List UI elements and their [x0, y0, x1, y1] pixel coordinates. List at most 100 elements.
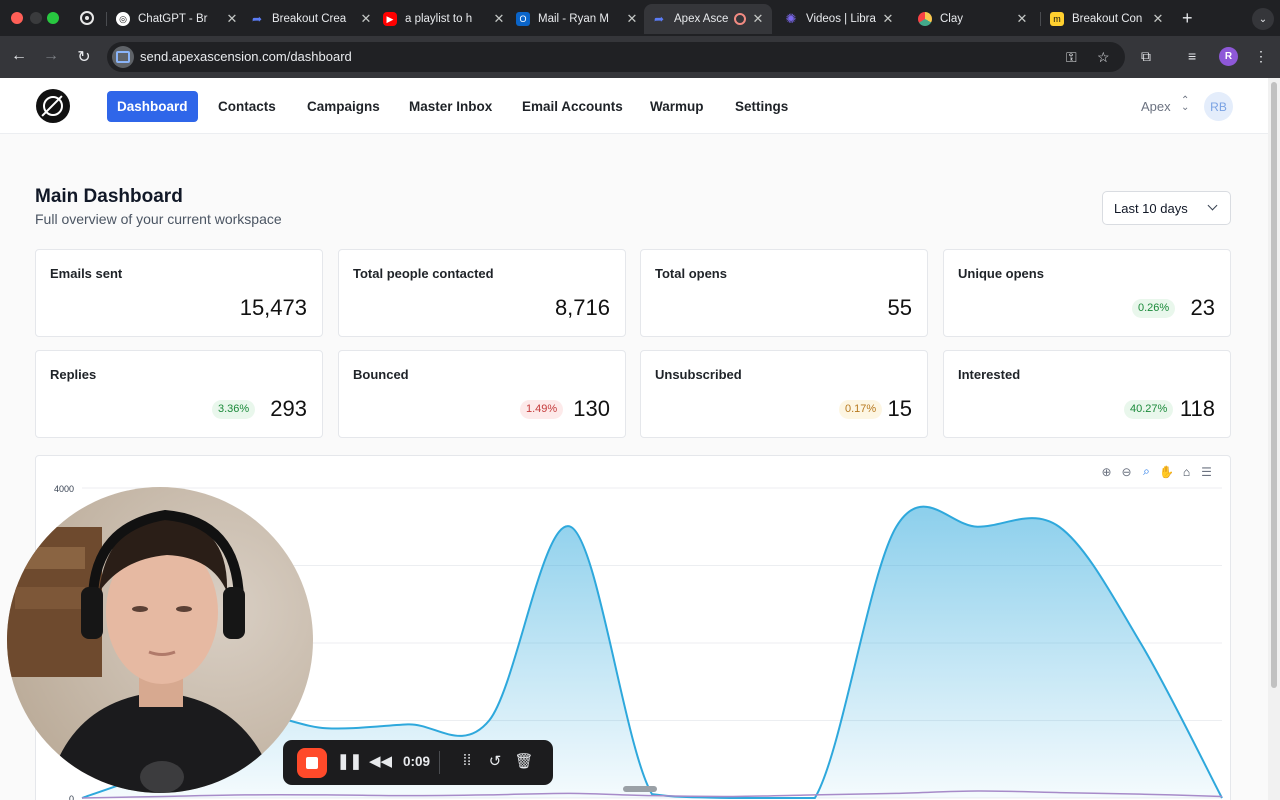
- clay-icon: [918, 12, 932, 26]
- loom-icon: ✺: [785, 11, 797, 26]
- drag-handle[interactable]: [623, 786, 657, 792]
- stat-label: Total opens: [655, 266, 727, 281]
- recorder-separator: [439, 751, 440, 774]
- stat-card-emails-sent: Emails sent 15,473: [35, 249, 323, 337]
- apex-icon: ➦: [653, 12, 665, 26]
- rewind-icon[interactable]: ◀◀: [369, 752, 392, 770]
- youtube-icon: ▶: [383, 12, 397, 26]
- tab-recording-icon: [734, 13, 746, 25]
- workspace-switcher[interactable]: Apex: [1141, 99, 1171, 114]
- breakout-icon: ➦: [251, 12, 263, 26]
- tab-title: a playlist to h: [405, 13, 473, 25]
- address-bar[interactable]: send.apexascension.com/dashboard ⚿ ☆: [107, 42, 1125, 72]
- scrollbar-thumb[interactable]: [1271, 82, 1277, 688]
- close-tab-icon[interactable]: ✕: [880, 11, 896, 27]
- trash-icon[interactable]: 🗑: [514, 752, 534, 770]
- stat-value: 293: [270, 396, 307, 421]
- stat-card-total-opens: Total opens 55: [640, 249, 928, 337]
- pause-icon[interactable]: ❚❚: [337, 752, 362, 770]
- stat-value: 15: [887, 396, 912, 421]
- browser-tab[interactable]: O Mail - Ryan M ✕: [516, 4, 640, 34]
- close-tab-icon[interactable]: ✕: [491, 11, 507, 27]
- chevron-down-icon: [1207, 200, 1218, 211]
- updown-chevron-icon[interactable]: ⌃ ⌄: [1181, 96, 1189, 113]
- webcam-bubble[interactable]: [7, 487, 313, 793]
- tab-separator: [106, 12, 107, 26]
- browser-tab-active[interactable]: ➦ Apex Asce ✕: [644, 4, 772, 34]
- tab-title: Clay: [940, 13, 964, 25]
- nav-settings[interactable]: Settings: [735, 91, 788, 122]
- url-text[interactable]: send.apexascension.com/dashboard: [140, 49, 352, 64]
- browser-tab-strip: ◎ ChatGPT - Br ✕ ➦ Breakout Crea ✕ ▶ a p…: [0, 0, 1280, 36]
- close-tab-icon[interactable]: ✕: [1150, 11, 1166, 27]
- nav-contacts[interactable]: Contacts: [218, 91, 276, 122]
- app-top-nav: Dashboard Contacts Campaigns Master Inbo…: [0, 78, 1268, 134]
- nav-warmup[interactable]: Warmup: [650, 91, 704, 122]
- outlook-icon: O: [516, 12, 530, 26]
- browser-toolbar: ← → ↻ send.apexascension.com/dashboard ⚿…: [0, 36, 1280, 78]
- nav-dashboard[interactable]: Dashboard: [107, 91, 198, 122]
- stat-percent-badge: 40.27%: [1124, 400, 1174, 419]
- stat-percent-badge: 0.17%: [839, 400, 883, 419]
- date-range-select[interactable]: Last 10 days: [1102, 191, 1231, 225]
- tab-title: ChatGPT - Br: [138, 13, 208, 25]
- stop-recording-button[interactable]: [297, 748, 327, 778]
- openai-icon: ◎: [116, 12, 130, 26]
- close-tab-icon[interactable]: ✕: [1014, 11, 1030, 27]
- page-scrollbar[interactable]: [1268, 78, 1280, 800]
- restart-icon[interactable]: ↺: [485, 752, 505, 770]
- close-tab-icon[interactable]: ✕: [624, 11, 640, 27]
- browser-tab[interactable]: ◎ ChatGPT - Br ✕: [116, 4, 240, 34]
- tab-search-chevron-icon[interactable]: ⌄: [1252, 8, 1274, 30]
- browser-tab[interactable]: ▶ a playlist to h ✕: [383, 4, 507, 34]
- stat-value: 23: [1190, 295, 1215, 320]
- stat-label: Bounced: [353, 367, 409, 382]
- stat-value: 15,473: [239, 295, 307, 320]
- grid-icon[interactable]: ⁞⁞: [457, 752, 477, 769]
- stat-card-unsubscribed: Unsubscribed 0.17% 15: [640, 350, 928, 438]
- bookmark-star-icon[interactable]: ☆: [1097, 49, 1110, 66]
- stat-label: Emails sent: [50, 266, 123, 281]
- window-close-button[interactable]: [11, 12, 23, 24]
- stat-percent-badge: 0.26%: [1132, 299, 1176, 318]
- tab-title: Mail - Ryan M: [538, 13, 609, 25]
- tab-separator: [1040, 12, 1041, 26]
- stat-percent-badge: 1.49%: [520, 400, 564, 419]
- media-controls-icon[interactable]: ≡: [1188, 48, 1196, 64]
- nav-email-accounts[interactable]: Email Accounts: [522, 91, 623, 122]
- nav-campaigns[interactable]: Campaigns: [307, 91, 380, 122]
- reload-icon[interactable]: ↻: [74, 47, 94, 67]
- site-info-icon[interactable]: [112, 46, 134, 68]
- y-tick-label: 0: [69, 794, 74, 800]
- window-minimize-button[interactable]: [30, 12, 42, 24]
- browser-menu-icon[interactable]: ⋮: [1254, 48, 1268, 65]
- close-tab-icon[interactable]: ✕: [224, 11, 240, 27]
- apex-logo[interactable]: [36, 89, 70, 123]
- stat-card-bounced: Bounced 1.49% 130: [338, 350, 626, 438]
- profile-avatar[interactable]: R: [1219, 47, 1238, 66]
- back-arrow-icon[interactable]: ←: [9, 47, 29, 65]
- nav-master-inbox[interactable]: Master Inbox: [409, 91, 492, 122]
- stat-card-people-contacted: Total people contacted 8,716: [338, 249, 626, 337]
- user-avatar[interactable]: RB: [1204, 92, 1233, 121]
- new-tab-button[interactable]: +: [1182, 8, 1193, 29]
- stat-label: Unsubscribed: [655, 367, 742, 382]
- password-key-icon[interactable]: ⚿: [1066, 49, 1077, 66]
- y-tick-label: 4000: [54, 484, 74, 494]
- stat-value: 118: [1179, 396, 1215, 421]
- stat-percent-badge: 3.36%: [212, 400, 256, 419]
- tab-title: Breakout Con: [1072, 13, 1143, 25]
- browser-tab[interactable]: m Breakout Con ✕: [1050, 4, 1166, 34]
- browser-tab[interactable]: ✺ Videos | Libra ✕: [784, 4, 896, 34]
- window-zoom-button[interactable]: [47, 12, 59, 24]
- browser-tab[interactable]: Clay ✕: [918, 4, 1030, 34]
- close-tab-icon[interactable]: ✕: [750, 11, 766, 27]
- extensions-puzzle-icon[interactable]: ⧉: [1141, 48, 1151, 65]
- stat-value: 55: [887, 295, 912, 320]
- forward-arrow-icon[interactable]: →: [41, 47, 61, 65]
- close-tab-icon[interactable]: ✕: [358, 11, 374, 27]
- stat-card-unique-opens: Unique opens 0.26% 23: [943, 249, 1231, 337]
- stat-label: Interested: [958, 367, 1021, 382]
- browser-tab[interactable]: ➦ Breakout Crea ✕: [250, 4, 374, 34]
- stat-label: Unique opens: [958, 266, 1044, 281]
